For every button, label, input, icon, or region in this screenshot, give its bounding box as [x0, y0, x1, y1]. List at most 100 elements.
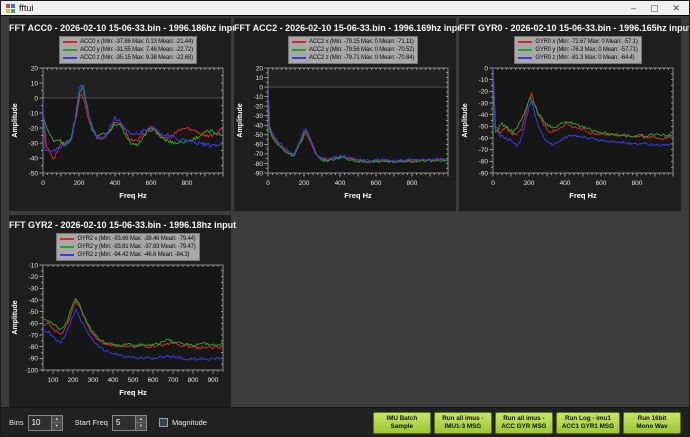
chart-legend: GYR2 x (Min: -93.66 Max: -38.46 Mean: -7…: [56, 233, 199, 261]
magnitude-label: Magnitude: [172, 418, 207, 427]
svg-text:-30: -30: [29, 286, 39, 293]
y-axis-label: Amplitude: [12, 300, 19, 334]
chart-title: FFT GYR0 - 2026-02-10 15-06-33.bin - 199…: [459, 21, 681, 35]
svg-text:600: 600: [371, 180, 382, 187]
run-all-imus-button[interactable]: Run all imus - ACC GYR MSG: [495, 412, 553, 434]
svg-text:0: 0: [34, 95, 38, 102]
svg-text:400: 400: [108, 377, 119, 384]
svg-text:700: 700: [168, 377, 179, 384]
fft-chart-panel-acc2: FFT ACC2 - 2026-02-10 15-06-33.bin - 199…: [234, 18, 456, 211]
app-icon: [6, 4, 15, 13]
bins-label: Bins: [9, 418, 24, 427]
svg-text:-50: -50: [479, 124, 489, 131]
svg-text:-20: -20: [29, 125, 39, 132]
svg-text:200: 200: [299, 180, 310, 187]
legend-item-acc0-z: ACC0 z (Min: -35.15 Max: 9.38 Mean: -22.…: [63, 54, 193, 62]
svg-text:-50: -50: [254, 132, 264, 139]
legend-line-swatch: [63, 41, 77, 43]
legend-item-acc2-y: ACC2 y (Min: -79.56 Max: 0 Mean: -70.52): [292, 46, 414, 54]
imu-batch-button[interactable]: IMU Batch Sample: [373, 412, 431, 434]
action-buttons: IMU Batch SampleRun all imus - IMU1-3 MS…: [373, 412, 681, 434]
start-freq-label: Start Freq: [75, 418, 108, 427]
app-window: fftui – ▢ ✕ FFT ACC0 - 2026-02-10 15-06-…: [0, 0, 690, 437]
x-axis-label: Freq Hz: [119, 191, 147, 200]
svg-text:-40: -40: [479, 112, 489, 119]
svg-text:-90: -90: [479, 170, 489, 177]
svg-text:500: 500: [128, 377, 139, 384]
svg-text:-60: -60: [254, 142, 264, 149]
legend-item-gyr0-x: GYR0 x (Min: -72.67 Max: 0 Mean: -57.1): [518, 38, 637, 46]
legend-item-gyr2-z: GYR2 z (Min: -94.42 Max: -46.6 Mean: -84…: [60, 251, 195, 259]
y-axis-label: Amplitude: [12, 103, 19, 137]
x-axis-label: Freq Hz: [344, 191, 372, 200]
minimize-button[interactable]: –: [631, 4, 636, 13]
legend-item-acc0-y: ACC0 y (Min: -31.55 Max: 7.46 Mean: -22.…: [63, 46, 193, 54]
legend-label: ACC0 z (Min: -35.15 Max: 9.38 Mean: -22.…: [80, 55, 193, 61]
svg-text:200: 200: [524, 180, 535, 187]
fft-chart-panel-acc0: FFT ACC0 - 2026-02-10 15-06-33.bin - 199…: [9, 18, 231, 211]
maximize-button[interactable]: ▢: [650, 4, 659, 13]
start-freq-down-arrow-icon[interactable]: ▼: [136, 422, 146, 430]
chart-title: FFT ACC2 - 2026-02-10 15-06-33.bin - 199…: [234, 21, 456, 35]
start-freq-value[interactable]: 5: [113, 416, 135, 430]
bins-down-arrow-icon[interactable]: ▼: [52, 422, 62, 430]
svg-text:200: 200: [74, 180, 85, 187]
svg-text:600: 600: [146, 180, 157, 187]
svg-text:-20: -20: [29, 274, 39, 281]
legend-item-acc2-x: ACC2 x (Min: -79.15 Max: 0 Mean: -71.11): [292, 38, 414, 46]
svg-text:400: 400: [560, 180, 571, 187]
svg-text:900: 900: [208, 377, 219, 384]
svg-text:-50: -50: [29, 309, 39, 316]
chart-legend: GYR0 x (Min: -72.67 Max: 0 Mean: -57.1) G…: [514, 36, 641, 64]
legend-label: GYR2 z (Min: -94.42 Max: -46.6 Mean: -84…: [77, 252, 189, 258]
svg-text:-70: -70: [254, 151, 264, 158]
svg-text:-80: -80: [29, 344, 39, 351]
svg-text:-20: -20: [254, 103, 264, 110]
bins-stepper[interactable]: 10 ▲ ▼: [28, 415, 63, 431]
chart-title: FFT ACC0 - 2026-02-10 15-06-33.bin - 199…: [9, 21, 231, 35]
svg-text:-100: -100: [25, 367, 38, 374]
svg-text:600: 600: [596, 180, 607, 187]
legend-line-swatch: [518, 49, 532, 51]
run-all-imus-button[interactable]: Run all imus - IMU1-3 MSG: [434, 412, 492, 434]
chart-legend: ACC0 x (Min: -37.86 Max: 0.13 Mean: -21.…: [59, 36, 197, 64]
legend-line-swatch: [518, 41, 532, 43]
svg-text:-70: -70: [479, 147, 489, 154]
charts-grid: FFT ACC0 - 2026-02-10 15-06-33.bin - 199…: [1, 16, 689, 408]
legend-label: ACC2 x (Min: -79.15 Max: 0 Mean: -71.11): [309, 39, 414, 45]
fft-chart-panel-gyr2: FFT GYR2 - 2026-02-10 15-06-33.bin - 199…: [9, 215, 231, 408]
legend-label: GYR2 y (Min: -93.81 Max: -37.93 Mean: -7…: [77, 244, 195, 250]
svg-text:-90: -90: [254, 170, 264, 177]
legend-line-swatch: [292, 49, 306, 51]
title-bar[interactable]: fftui – ▢ ✕: [1, 1, 689, 16]
magnitude-checkbox[interactable]: [159, 418, 168, 427]
svg-text:0: 0: [484, 65, 488, 72]
window-title: fftui: [19, 3, 33, 13]
legend-item-acc0-x: ACC0 x (Min: -37.86 Max: 0.13 Mean: -21.…: [63, 38, 193, 46]
svg-text:10: 10: [31, 80, 39, 87]
svg-text:800: 800: [632, 180, 643, 187]
fft-chart-panel-gyr0: FFT GYR0 - 2026-02-10 15-06-33.bin - 199…: [459, 18, 681, 211]
svg-text:20: 20: [31, 65, 39, 72]
legend-line-swatch: [292, 41, 306, 43]
run-log-imu1-button[interactable]: Run Log - imu1 ACC1 GYR1 MSG: [556, 412, 620, 434]
close-button[interactable]: ✕: [672, 4, 680, 13]
legend-label: GYR0 z (Min: -81.3 Max: 0 Mean: -64.4): [535, 55, 634, 61]
run-16bit-button[interactable]: Run 16bit Mono Wav: [623, 412, 681, 434]
svg-text:-10: -10: [479, 77, 489, 84]
svg-text:-40: -40: [29, 297, 39, 304]
legend-label: ACC2 y (Min: -79.56 Max: 0 Mean: -70.52): [309, 47, 414, 53]
svg-text:-40: -40: [29, 155, 39, 162]
svg-text:-10: -10: [29, 110, 39, 117]
bins-value[interactable]: 10: [29, 416, 51, 430]
start-freq-stepper[interactable]: 5 ▲ ▼: [112, 415, 147, 431]
svg-text:20: 20: [256, 65, 264, 72]
x-axis-label: Freq Hz: [569, 191, 597, 200]
svg-text:800: 800: [188, 377, 199, 384]
legend-item-gyr2-y: GYR2 y (Min: -93.81 Max: -37.93 Mean: -7…: [60, 243, 195, 251]
svg-text:-30: -30: [254, 113, 264, 120]
svg-text:-10: -10: [29, 262, 39, 269]
chart-plot-gyr2: 100200300400500600700800900-10-20-30-40-…: [9, 262, 231, 406]
chart-plot-acc0: 020040060080020100-10-20-30-40-50Freq Hz…: [9, 65, 231, 209]
chart-plot-gyr0: 02004006008000-10-20-30-40-50-60-70-80-9…: [459, 65, 681, 209]
